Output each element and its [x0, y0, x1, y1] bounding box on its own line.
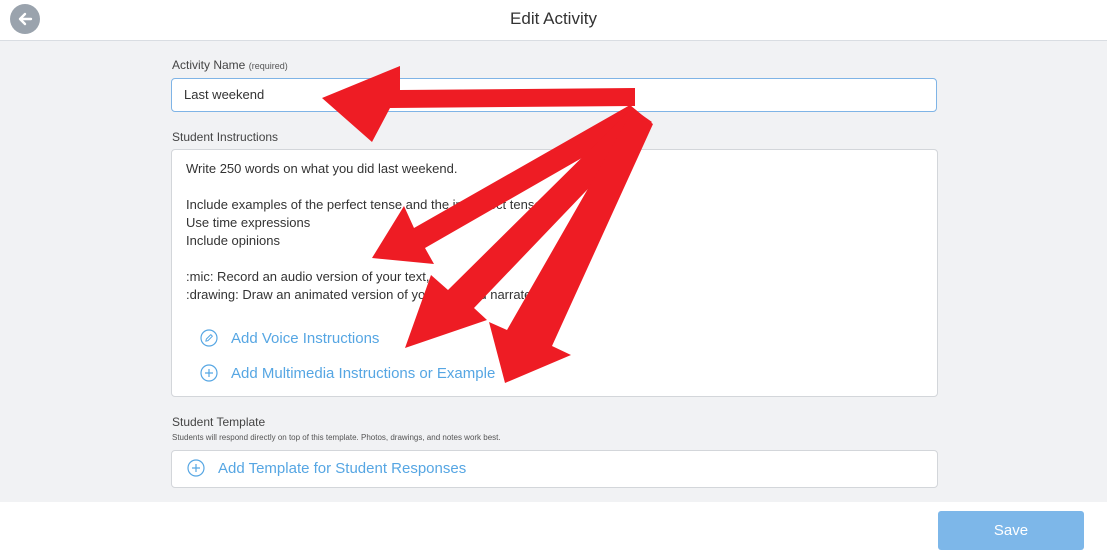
instruction-line [186, 250, 542, 268]
pencil-circle-icon [200, 329, 218, 347]
student-template-label: Student Template [172, 415, 266, 429]
page-title: Edit Activity [510, 9, 597, 28]
student-instructions-field[interactable]: Write 250 words on what you did last wee… [171, 149, 938, 397]
top-bar: Edit Activity [0, 0, 1107, 41]
add-template-label: Add Template for Student Responses [218, 459, 467, 477]
instruction-line: Write 250 words on what you did last wee… [186, 161, 458, 176]
instruction-line: :mic: Record an audio version of your te… [186, 269, 430, 284]
student-template-description: Students will respond directly on top of… [172, 433, 501, 442]
activity-name-input[interactable]: Last weekend [171, 78, 937, 112]
instruction-line: :drawing: Draw an animated version of yo… [186, 287, 542, 302]
instruction-line [186, 178, 542, 196]
student-instructions-label: Student Instructions [172, 130, 279, 144]
instructions-text: Write 250 words on what you did last wee… [186, 160, 542, 304]
instruction-line: Include opinions [186, 233, 280, 248]
add-voice-instructions-button[interactable]: Add Voice Instructions [200, 329, 379, 347]
required-note: (required) [248, 61, 288, 71]
instruction-line: Include examples of the perfect tense an… [186, 197, 542, 212]
add-template-button[interactable]: Add Template for Student Responses [187, 459, 466, 477]
add-voice-instructions-label: Add Voice Instructions [231, 329, 380, 347]
activity-name-label: Activity Name (required) [172, 58, 288, 72]
student-template-field[interactable]: Add Template for Student Responses [171, 450, 938, 488]
plus-circle-icon [200, 364, 218, 382]
add-multimedia-instructions-button[interactable]: Add Multimedia Instructions or Example [200, 364, 495, 382]
instruction-line: Use time expressions [186, 215, 311, 230]
plus-circle-icon [187, 459, 205, 477]
save-button[interactable]: Save [938, 511, 1084, 550]
activity-name-label-text: Activity Name [172, 58, 246, 72]
add-multimedia-instructions-label: Add Multimedia Instructions or Example [231, 364, 496, 382]
